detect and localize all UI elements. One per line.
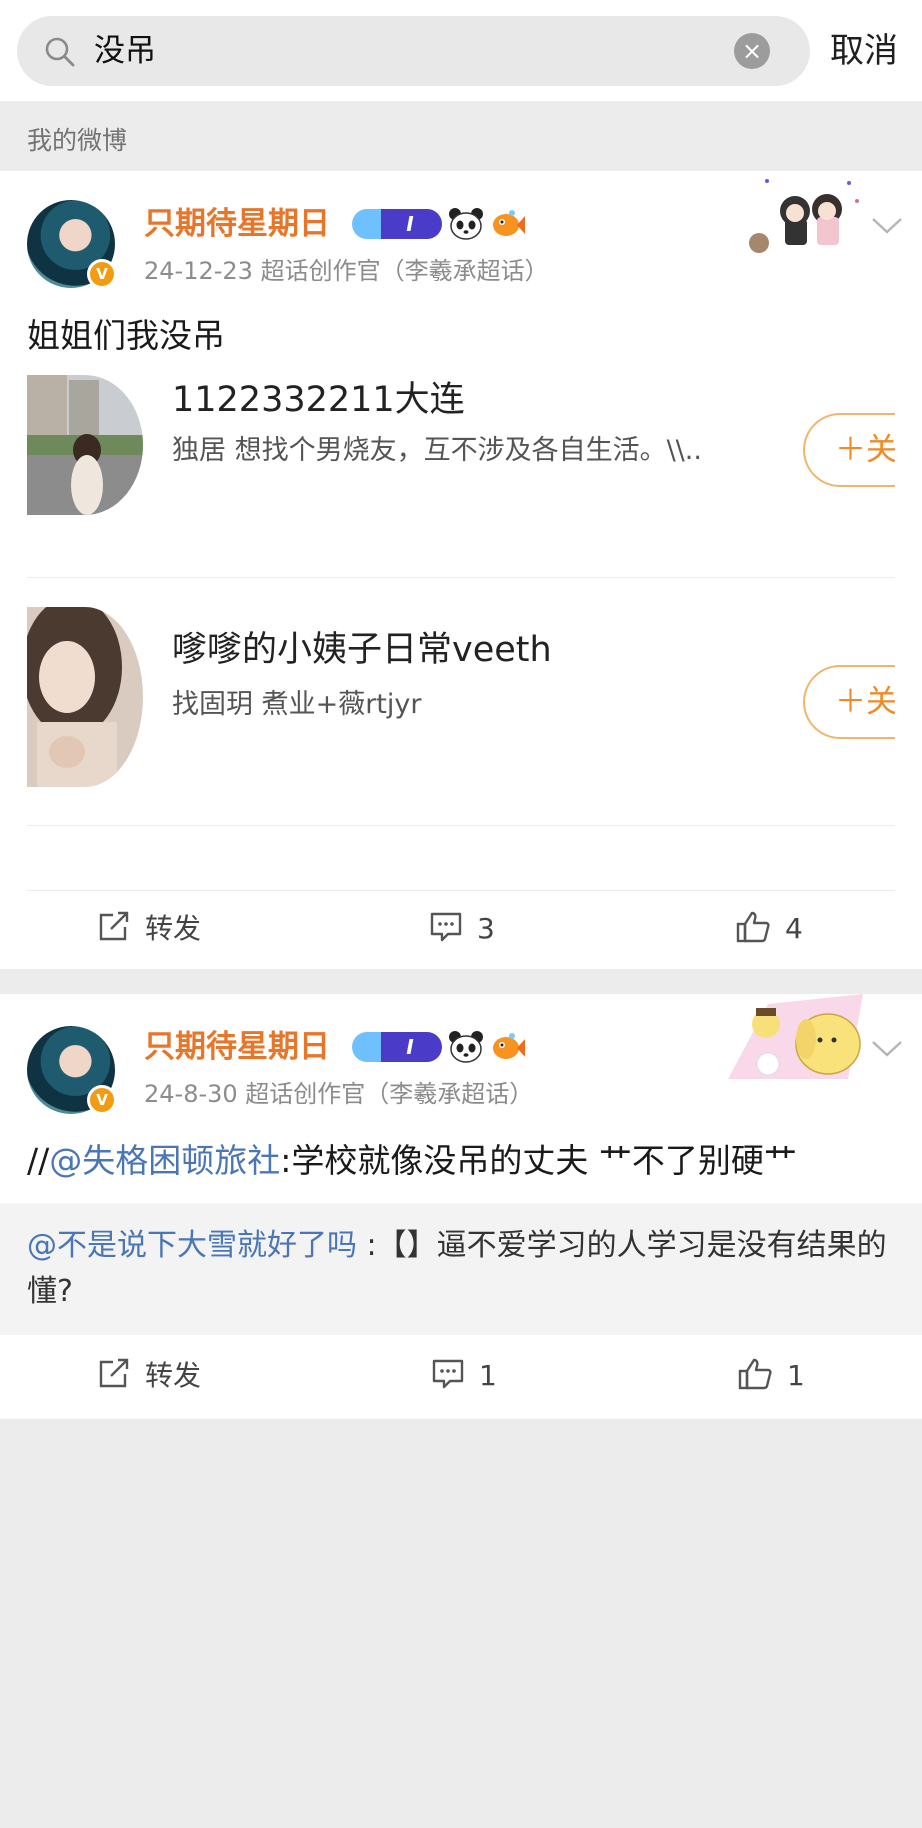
comment-button[interactable]: 1 (431, 1356, 497, 1396)
post-card[interactable]: V 只期待星期日 I 24-8-30 超话创作官（李羲承超话） //@失格困顿旅… (0, 994, 922, 1419)
follow-button[interactable]: ＋关 (803, 413, 895, 487)
repost-icon (99, 1358, 129, 1388)
quoted-mention-link[interactable]: @不是说下大雪就好了吗 (27, 1228, 357, 1263)
action-bar: 转发 3 4 (0, 891, 922, 969)
comment-count: 3 (477, 912, 495, 945)
comment-count: 1 (479, 1359, 497, 1392)
fish-icon (493, 210, 525, 236)
recommended-user-desc: 独居 想找个男烧友，互不涉及各自生活。\\.. (172, 435, 702, 466)
divider (27, 825, 895, 826)
section-title: 我的微博 (27, 126, 128, 155)
post-meta: 24-8-30 超话创作官（李羲承超话） (144, 1080, 534, 1108)
like-count: 1 (787, 1359, 805, 1392)
recommended-user-desc: 找固玥 煮业+薇rtjyr (172, 689, 422, 720)
post-text-prefix: // (27, 1141, 50, 1180)
comment-icon (432, 1359, 464, 1389)
thumbs-up-icon (736, 911, 770, 943)
search-query-text[interactable]: 没吊 (94, 30, 156, 72)
fan-level-badge-icon: I (352, 209, 442, 239)
pudding-dog-sticker-icon (728, 994, 863, 1079)
fan-level-badge-icon: I (352, 1032, 442, 1062)
recommended-user[interactable]: 嗲嗲的小姨子日常veeth 找固玥 煮业+薇rtjyr ＋关 (27, 607, 895, 787)
search-bar: 没吊 × 取消 (0, 0, 922, 101)
like-button[interactable]: 1 (737, 1356, 805, 1396)
username[interactable]: 只期待星期日 (144, 203, 330, 245)
fish-icon (493, 1033, 525, 1059)
repost-button[interactable]: 转发 (97, 1356, 201, 1396)
verified-badge-icon: V (87, 1085, 117, 1115)
panda-icon (449, 1031, 483, 1063)
comment-icon (430, 912, 462, 942)
repost-button[interactable]: 转发 (97, 909, 201, 949)
action-bar: 转发 1 1 (0, 1338, 922, 1416)
like-button[interactable]: 4 (735, 909, 803, 949)
repost-label: 转发 (145, 912, 202, 945)
quoted-post[interactable]: @不是说下大雪就好了吗 :【】逼不爱学习的人学习是没有结果的 懂? (0, 1203, 922, 1335)
recommended-user-name[interactable]: 1122332211大连 (172, 377, 465, 423)
panda-icon (449, 208, 483, 240)
divider (27, 577, 895, 578)
post-meta: 24-12-23 超话创作官（李羲承超话） (144, 257, 549, 285)
couple-sticker-icon (749, 179, 859, 253)
repost-label: 转发 (145, 1359, 202, 1392)
follow-button[interactable]: ＋关 (803, 665, 895, 739)
cancel-button[interactable]: 取消 (830, 28, 898, 74)
post-text-body: :学校就像没吊的丈夫 艹不了别硬艹 (280, 1141, 797, 1180)
verified-badge-icon: V (87, 259, 117, 289)
recommended-user[interactable]: 1122332211大连 独居 想找个男烧友，互不涉及各自生活。\\.. ＋关 (27, 375, 895, 515)
post-text: 姐姐们我没吊 (27, 316, 225, 355)
like-count: 4 (785, 912, 803, 945)
chevron-down-icon[interactable] (871, 216, 903, 236)
mention-link[interactable]: @失格困顿旅社 (49, 1141, 280, 1180)
thumbs-up-icon (738, 1358, 772, 1390)
quoted-post-text: @不是说下大雪就好了吗 :【】逼不爱学习的人学习是没有结果的 懂? (27, 1223, 895, 1315)
recommended-user-photo[interactable] (27, 375, 143, 515)
clear-search-icon[interactable]: × (734, 33, 770, 69)
comment-button[interactable]: 3 (429, 909, 495, 949)
chevron-down-icon[interactable] (871, 1039, 903, 1059)
recommended-user-photo[interactable] (27, 607, 143, 787)
recommended-user-name[interactable]: 嗲嗲的小姨子日常veeth (172, 627, 552, 673)
post-text: //@失格困顿旅社:学校就像没吊的丈夫 艹不了别硬艹 (27, 1138, 797, 1184)
username[interactable]: 只期待星期日 (144, 1026, 330, 1068)
search-icon (45, 37, 75, 67)
repost-icon (99, 911, 129, 941)
post-card[interactable]: V 只期待星期日 I 24-12-23 超话创作官（李羲承超话） 姐姐们我没吊 (0, 171, 922, 969)
